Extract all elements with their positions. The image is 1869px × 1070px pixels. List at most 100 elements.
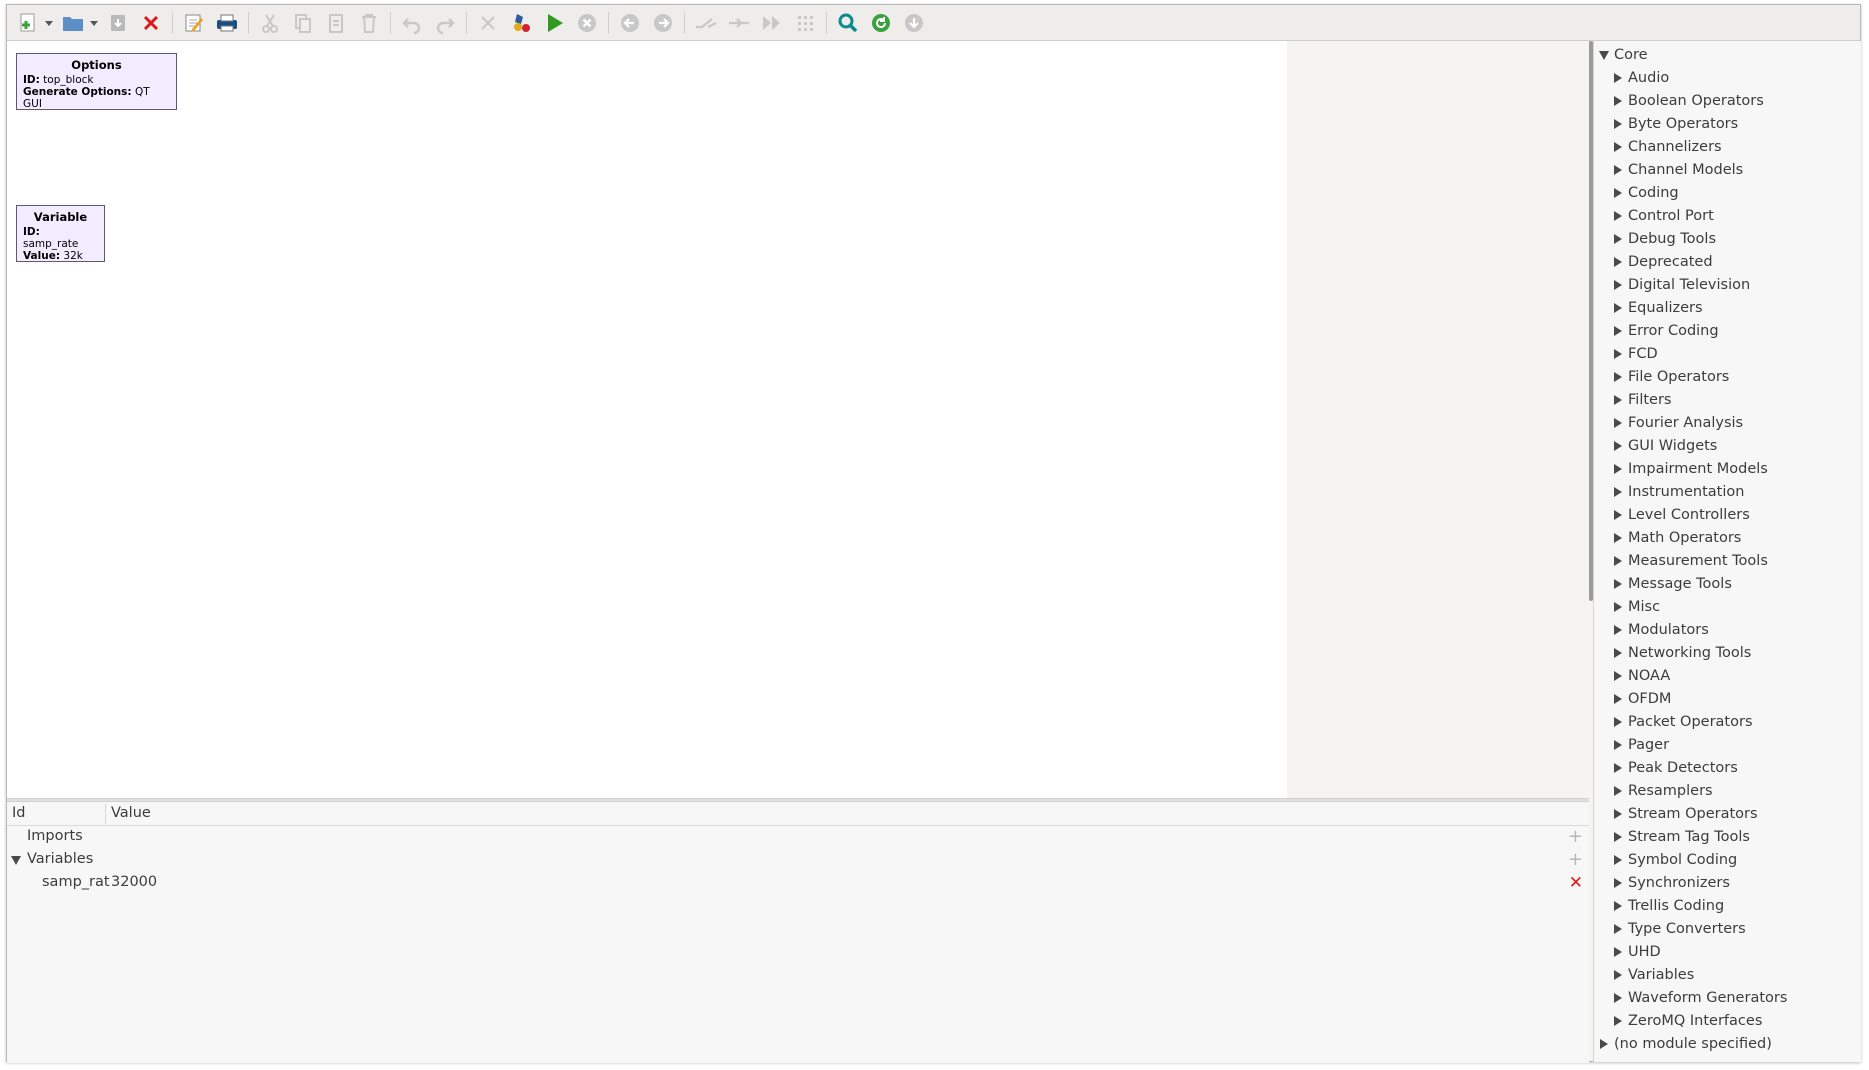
execute-button[interactable] <box>539 8 569 38</box>
download-button[interactable] <box>899 8 929 38</box>
expander-collapsed-icon[interactable] <box>1614 211 1622 221</box>
expander-collapsed-icon[interactable] <box>1614 73 1622 83</box>
expander-collapsed-icon[interactable] <box>1614 579 1622 589</box>
expander-collapsed-icon[interactable] <box>1614 487 1622 497</box>
variable-block[interactable]: Variable ID: samp_rate Value: 32k <box>16 205 105 262</box>
undo-button[interactable] <box>397 8 427 38</box>
close-button[interactable] <box>136 8 166 38</box>
expander-collapsed-icon[interactable] <box>1614 280 1622 290</box>
expander-collapsed-icon[interactable] <box>1614 510 1622 520</box>
expander-collapsed-icon[interactable] <box>1614 993 1622 1003</box>
copy-button[interactable] <box>288 8 318 38</box>
flowgraph-canvas[interactable]: Options ID: top_block Generate Options: … <box>7 41 1287 798</box>
tree-item-label: Channel Models <box>1628 162 1744 178</box>
expander-collapsed-icon[interactable] <box>1614 234 1622 244</box>
generate-button[interactable] <box>506 8 536 38</box>
column-separator <box>105 804 106 824</box>
stop-icon <box>578 13 596 32</box>
bypass-button[interactable] <box>757 8 787 38</box>
column-header-value[interactable]: Value <box>111 805 151 821</box>
expander-collapsed-icon[interactable] <box>1614 441 1622 451</box>
add-variable-button[interactable]: + <box>1568 849 1583 870</box>
redo-button[interactable] <box>430 8 460 38</box>
expander-collapsed-icon[interactable] <box>1614 1016 1622 1026</box>
variable-editor: Id Value Imports + Variables + samp_rat … <box>7 802 1589 1063</box>
variables-row[interactable]: Variables + <box>7 849 1589 872</box>
delete-button[interactable] <box>354 8 384 38</box>
expander-collapsed-icon[interactable] <box>1614 303 1622 313</box>
imports-row[interactable]: Imports + <box>7 826 1589 849</box>
new-button[interactable] <box>13 8 43 38</box>
expander-collapsed-icon[interactable] <box>1614 694 1622 704</box>
expander-collapsed-icon[interactable] <box>1614 96 1622 106</box>
expander-collapsed-icon[interactable] <box>1614 832 1622 842</box>
expander-collapsed-icon[interactable] <box>1614 556 1622 566</box>
expander-collapsed-icon[interactable] <box>1600 1039 1608 1049</box>
tree-item-label: Stream Tag Tools <box>1628 829 1750 845</box>
expander-collapsed-icon[interactable] <box>1614 602 1622 612</box>
reload-button[interactable] <box>866 8 896 38</box>
find-button[interactable] <box>833 8 863 38</box>
expander-collapsed-icon[interactable] <box>1614 717 1622 727</box>
properties-button[interactable] <box>179 8 209 38</box>
expander-collapsed-icon[interactable] <box>1614 326 1622 336</box>
expander-collapsed-icon[interactable] <box>1614 947 1622 957</box>
disable-button[interactable] <box>724 8 754 38</box>
variable-table-header: Id Value <box>7 802 1589 826</box>
column-header-id[interactable]: Id <box>12 805 25 821</box>
expander-collapsed-icon[interactable] <box>1614 763 1622 773</box>
expander-collapsed-icon[interactable] <box>1614 970 1622 980</box>
expander-collapsed-icon[interactable] <box>1614 372 1622 382</box>
print-button[interactable] <box>212 8 242 38</box>
tree-item-label: Peak Detectors <box>1628 760 1738 776</box>
enable-button[interactable] <box>691 8 721 38</box>
block-param: Generate Options: QT GUI <box>23 86 150 110</box>
cut-button[interactable] <box>255 8 285 38</box>
kill-button[interactable] <box>473 8 503 38</box>
grid-button[interactable] <box>790 8 820 38</box>
expander-collapsed-icon[interactable] <box>1614 257 1622 267</box>
stop-button[interactable] <box>572 8 602 38</box>
tree-item-label: Filters <box>1628 392 1672 408</box>
expander-collapsed-icon[interactable] <box>1614 740 1622 750</box>
expander-collapsed-icon[interactable] <box>1614 855 1622 865</box>
expander-expanded-icon[interactable] <box>1599 51 1609 60</box>
expander-collapsed-icon[interactable] <box>1614 188 1622 198</box>
expander-collapsed-icon[interactable] <box>1614 119 1622 129</box>
expander-collapsed-icon[interactable] <box>1614 142 1622 152</box>
expander-collapsed-icon[interactable] <box>1614 901 1622 911</box>
new-dropdown[interactable] <box>43 8 55 38</box>
rotate-ccw-button[interactable] <box>615 8 645 38</box>
expander-collapsed-icon[interactable] <box>1614 418 1622 428</box>
tree-item-label: Symbol Coding <box>1628 852 1738 868</box>
expander-collapsed-icon[interactable] <box>1614 165 1622 175</box>
tree-item-label: Core <box>1614 47 1648 63</box>
expander-collapsed-icon[interactable] <box>1614 533 1622 543</box>
rotate-cw-button[interactable] <box>648 8 678 38</box>
expander-collapsed-icon[interactable] <box>1614 671 1622 681</box>
options-block[interactable]: Options ID: top_block Generate Options: … <box>16 53 177 110</box>
open-button[interactable] <box>58 8 88 38</box>
tree-item-label: NOAA <box>1628 668 1671 684</box>
tree-item-label: GUI Widgets <box>1628 438 1718 454</box>
toolbar-separator <box>684 11 685 34</box>
tree-item-label: Misc <box>1628 599 1661 615</box>
expander-expanded-icon[interactable] <box>11 856 21 865</box>
expander-collapsed-icon[interactable] <box>1614 464 1622 474</box>
expander-collapsed-icon[interactable] <box>1614 786 1622 796</box>
expander-collapsed-icon[interactable] <box>1614 349 1622 359</box>
delete-variable-button[interactable]: ✕ <box>1569 873 1583 893</box>
open-dropdown[interactable] <box>88 8 100 38</box>
expander-collapsed-icon[interactable] <box>1614 648 1622 658</box>
expander-collapsed-icon[interactable] <box>1614 809 1622 819</box>
add-import-button[interactable]: + <box>1568 826 1583 847</box>
expander-collapsed-icon[interactable] <box>1614 924 1622 934</box>
expander-collapsed-icon[interactable] <box>1614 878 1622 888</box>
save-button[interactable] <box>103 8 133 38</box>
expander-collapsed-icon[interactable] <box>1614 625 1622 635</box>
tree-item-label: ZeroMQ Interfaces <box>1628 1013 1763 1029</box>
tree-item-label: Math Operators <box>1628 530 1742 546</box>
expander-collapsed-icon[interactable] <box>1614 395 1622 405</box>
variable-entry-row[interactable]: samp_rat 32000 ✕ <box>7 872 1589 895</box>
paste-button[interactable] <box>321 8 351 38</box>
